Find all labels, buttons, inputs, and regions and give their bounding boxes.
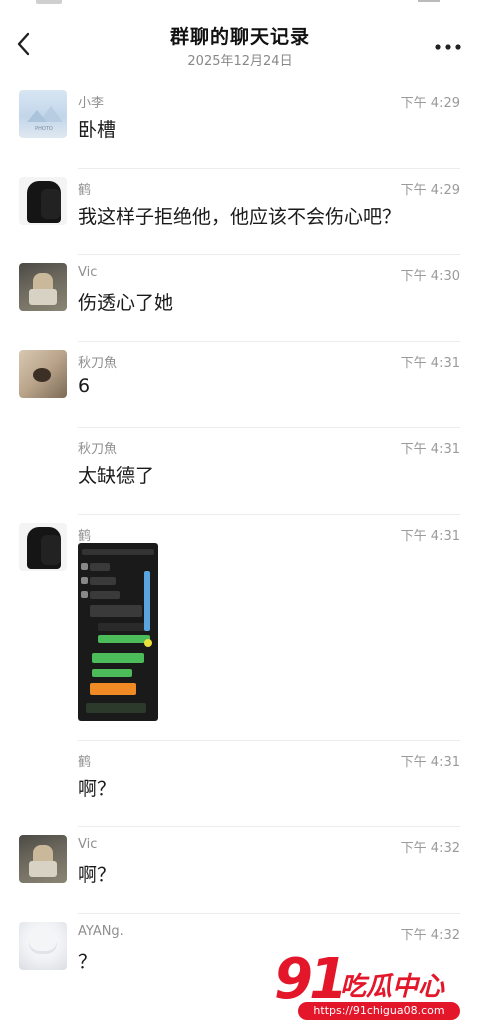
sender-name: 小李 bbox=[78, 96, 105, 111]
dark-figure-avatar[interactable] bbox=[19, 176, 67, 225]
message-text: 伤透心了她 bbox=[78, 292, 174, 314]
message-text: 卧槽 bbox=[78, 119, 117, 141]
message-text: 6 bbox=[78, 374, 91, 397]
sender-name: AYANg. bbox=[78, 923, 124, 939]
message-time: 下午 4:31 bbox=[400, 528, 460, 544]
page-date: 2025年12月24日 bbox=[187, 54, 293, 69]
message-time: 下午 4:32 bbox=[400, 841, 460, 856]
message-time: 下午 4:29 bbox=[400, 96, 460, 111]
cat-avatar[interactable] bbox=[19, 349, 67, 398]
sender-name: 鹤 bbox=[78, 182, 92, 198]
message-item[interactable]: PHOTO 小李 下午 4:29 卧槽 bbox=[0, 82, 480, 169]
message-time: 下午 4:32 bbox=[400, 927, 460, 943]
message-item[interactable]: 鹤 下午 4:31 bbox=[0, 515, 480, 741]
sender-name: 秋刀魚 bbox=[78, 442, 118, 457]
message-item[interactable]: 秋刀魚 下午 4:31 太缺德了 bbox=[0, 428, 480, 515]
photo-avatar[interactable] bbox=[19, 835, 67, 883]
message-item[interactable]: 鹤 下午 4:31 啊？ bbox=[0, 741, 480, 827]
page-title: 群聊的聊天记录 bbox=[169, 26, 310, 48]
message-item[interactable]: Vic 下午 4:30 伤透心了她 bbox=[0, 255, 480, 342]
message-text: 啊？ bbox=[78, 777, 117, 800]
sender-name: 鹤 bbox=[78, 528, 92, 544]
status-line bbox=[418, 0, 440, 2]
watermark-number: 91 bbox=[274, 947, 348, 1012]
white-hair-avatar[interactable] bbox=[19, 921, 67, 970]
watermark-brand: 吃瓜中心 bbox=[340, 972, 445, 1002]
message-text: 我这样子拒绝他，他应该不会伤心吧？ bbox=[78, 205, 402, 228]
message-time: 下午 4:31 bbox=[400, 754, 460, 770]
message-text: 太缺德了 bbox=[78, 465, 155, 487]
more-horizontal-icon bbox=[435, 44, 461, 50]
watermark-url: https://91chigua08.com bbox=[298, 1002, 460, 1020]
sender-name: 秋刀魚 bbox=[78, 355, 118, 371]
message-time: 下午 4:29 bbox=[400, 182, 460, 198]
message-time: 下午 4:31 bbox=[400, 355, 460, 371]
message-list[interactable]: PHOTO 小李 下午 4:29 卧槽 鹤 下午 4:29 我这样子拒绝他，他应… bbox=[0, 82, 480, 1000]
sender-name: Vic bbox=[78, 265, 98, 280]
navigation-bar: 群聊的聊天记录 2025年12月24日 bbox=[0, 14, 480, 74]
more-button[interactable] bbox=[434, 38, 462, 50]
chat-history-screen: 群聊的聊天记录 2025年12月24日 PHOTO 小李 下午 4:29 卧槽 bbox=[0, 0, 480, 1030]
message-item[interactable]: 鹤 下午 4:29 我这样子拒绝他，他应该不会伤心吧？ bbox=[0, 169, 480, 255]
dark-figure-avatar[interactable] bbox=[19, 522, 67, 571]
sender-name: Vic bbox=[78, 837, 98, 852]
message-item[interactable]: 秋刀魚 下午 4:31 6 bbox=[0, 342, 480, 428]
message-text: ？ bbox=[78, 950, 98, 973]
landscape-image-avatar[interactable]: PHOTO bbox=[19, 90, 67, 138]
photo-avatar[interactable] bbox=[19, 263, 67, 311]
message-text: 啊？ bbox=[78, 864, 117, 886]
message-item[interactable]: Vic 下午 4:32 啊？ bbox=[0, 827, 480, 914]
status-bar bbox=[0, 0, 480, 8]
sender-name: 鹤 bbox=[78, 754, 92, 770]
message-time: 下午 4:30 bbox=[400, 269, 460, 284]
message-time: 下午 4:31 bbox=[400, 442, 460, 457]
site-watermark: 91 吃瓜中心 https://91chigua08.com bbox=[272, 952, 472, 1022]
chat-screenshot-image[interactable] bbox=[78, 542, 158, 721]
status-indicator bbox=[36, 0, 62, 4]
